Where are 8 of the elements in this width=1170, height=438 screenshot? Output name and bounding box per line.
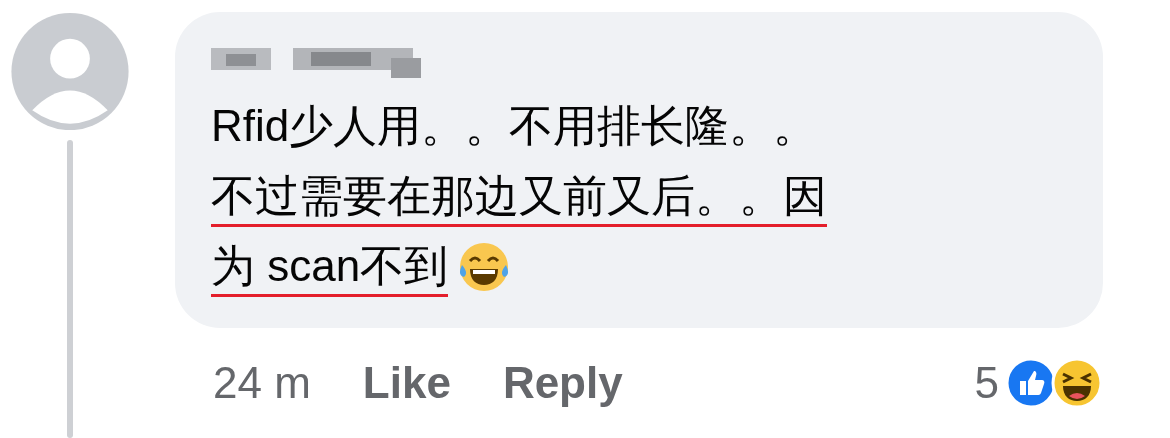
comment-action-link[interactable]: Reply — [502, 350, 623, 416]
reaction-count[interactable]: 5 — [974, 350, 999, 416]
haha-reaction-icon[interactable] — [1051, 357, 1103, 409]
comment-line: 为 scan不到 — [211, 237, 449, 297]
comment-action-link[interactable]: Like — [362, 350, 451, 416]
comment-line: 不过需要在那边又前又后。。因 — [211, 167, 827, 227]
comment-line: Rfid少人用。。不用排长隆。。 — [211, 99, 818, 152]
comment-time: 24 m — [213, 357, 311, 409]
